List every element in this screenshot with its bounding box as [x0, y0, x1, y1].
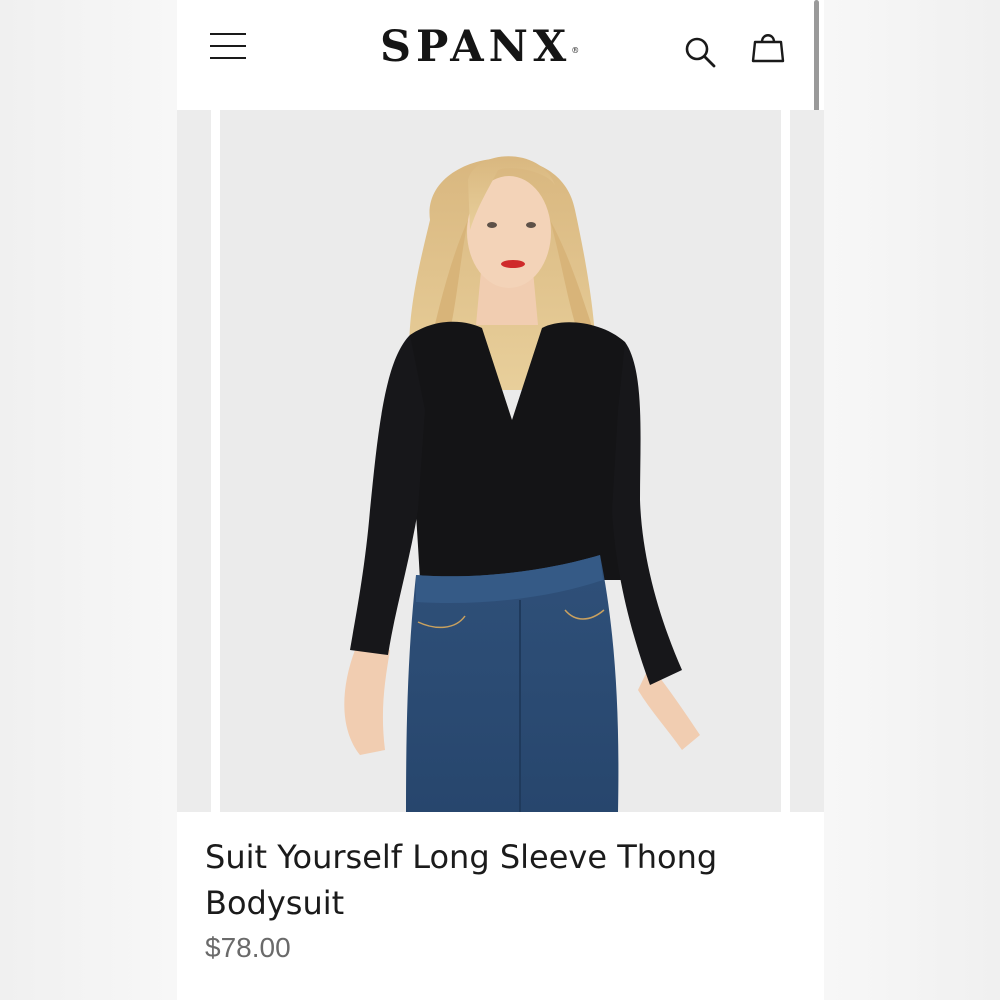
product-image-carousel[interactable] [177, 110, 824, 812]
previous-slide-peek[interactable] [177, 110, 211, 812]
product-title[interactable]: Suit Yourself Long Sleeve Thong Bodysuit [205, 834, 725, 926]
mobile-viewport: SPANX® Suit Yourself Long Sleeve Thong B… [177, 0, 824, 1000]
product-price: $78.00 [205, 932, 291, 963]
brand-logo[interactable]: SPANX® [380, 22, 579, 72]
logo-text: SPANX [380, 22, 572, 72]
shopping-bag-icon[interactable] [749, 28, 787, 66]
product-info: Suit Yourself Long Sleeve Thong Bodysuit… [177, 812, 824, 1000]
registered-mark: ® [571, 46, 580, 55]
search-icon[interactable] [682, 34, 718, 70]
hamburger-menu-icon[interactable] [210, 33, 247, 61]
product-image[interactable] [220, 110, 781, 812]
site-header: SPANX® [177, 0, 824, 130]
next-slide-peek[interactable] [790, 110, 824, 812]
